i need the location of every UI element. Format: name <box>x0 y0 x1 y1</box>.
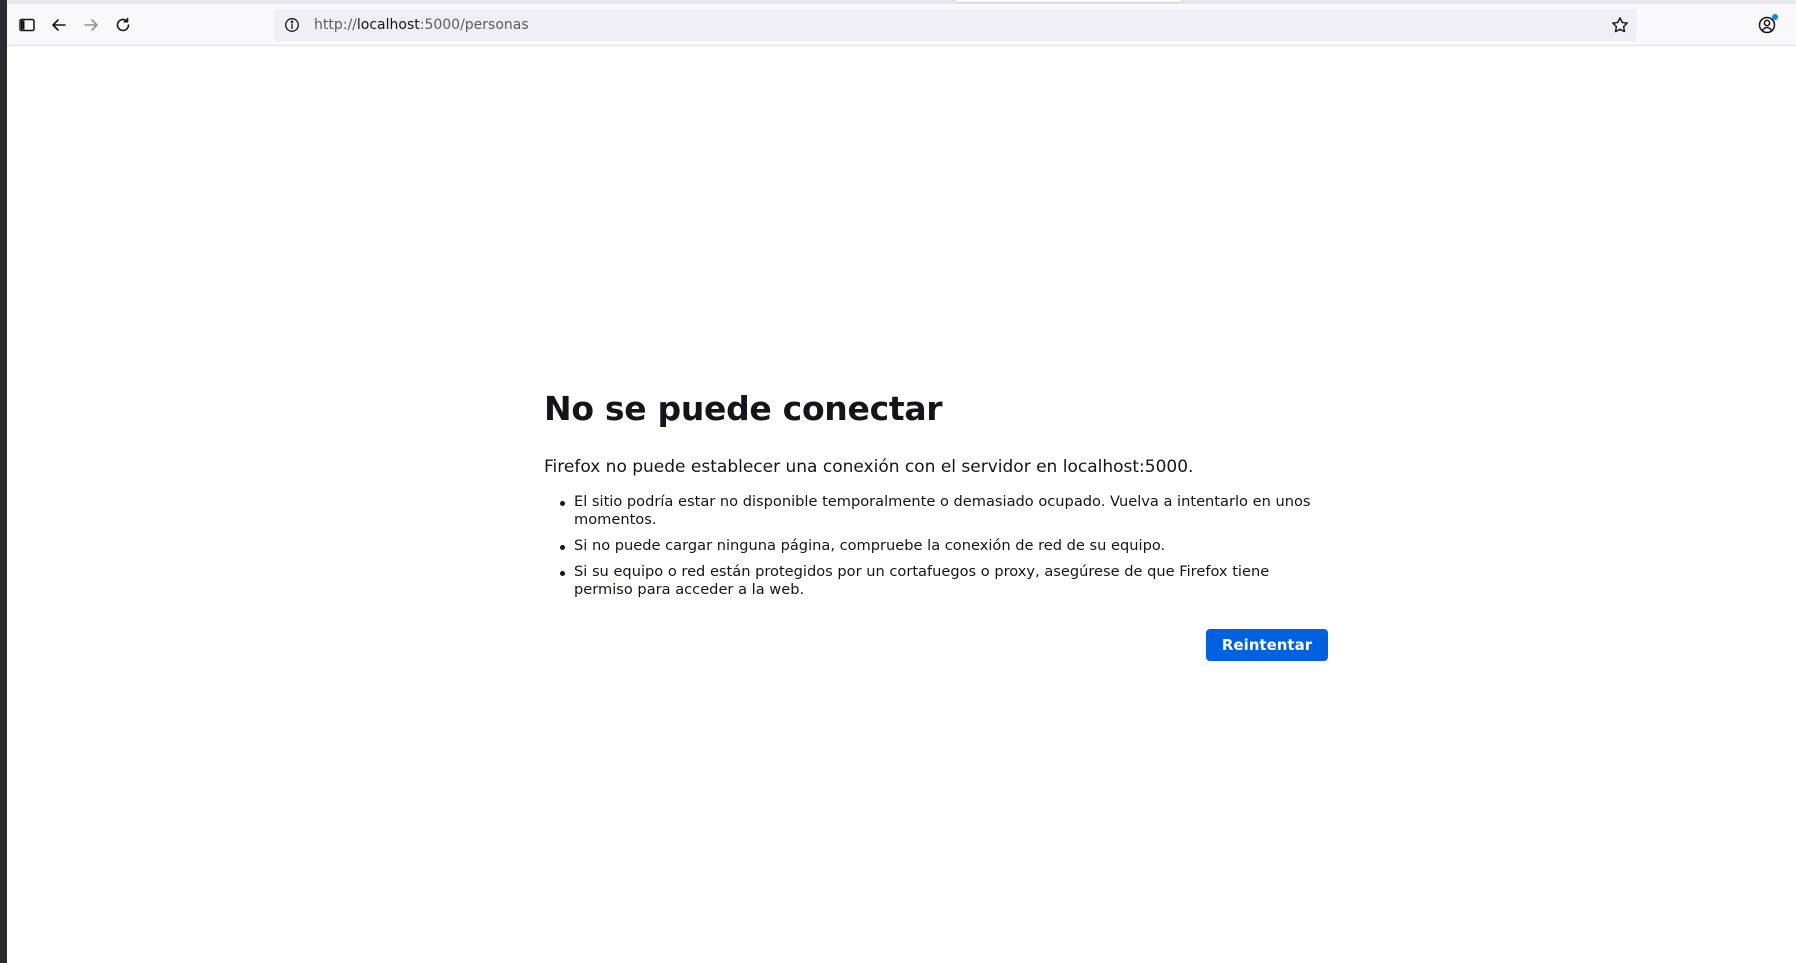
navigation-toolbar: http://localhost:5000/personas ⋮ <box>7 4 1796 46</box>
sidebar-button[interactable] <box>11 9 43 41</box>
url-text[interactable]: http://localhost:5000/personas <box>314 9 529 41</box>
back-button[interactable] <box>43 9 75 41</box>
account-button[interactable] <box>1753 11 1781 39</box>
reload-icon <box>116 17 130 32</box>
suggestion-item: El sitio podría estar no disponible temp… <box>560 493 1327 529</box>
suggestion-item: Si su equipo o red están protegidos por … <box>560 563 1327 599</box>
notification-dot <box>1772 14 1778 20</box>
forward-button[interactable] <box>75 9 107 41</box>
window-edge <box>0 0 7 963</box>
url-path: :5000/personas <box>419 17 529 33</box>
tab-hint <box>955 0 1183 3</box>
retry-button[interactable]: Reintentar <box>1206 629 1328 661</box>
error-suggestions: El sitio podría estar no disponible temp… <box>544 493 1327 599</box>
url-prefix: http:// <box>314 17 357 33</box>
sidebar-icon <box>19 18 35 32</box>
error-container: No se puede conectar Firefox no puede es… <box>544 389 1328 663</box>
address-bar[interactable]: http://localhost:5000/personas <box>274 9 1637 41</box>
reload-button[interactable] <box>107 9 139 41</box>
forward-arrow-icon <box>84 19 98 31</box>
suggestion-item: Si no puede cargar ninguna página, compr… <box>560 537 1327 555</box>
url-host: localhost <box>356 17 420 33</box>
error-title: No se puede conectar <box>544 389 943 428</box>
info-icon[interactable] <box>284 17 300 33</box>
page-content: No se puede conectar Firefox no puede es… <box>7 46 1796 963</box>
star-icon[interactable] <box>1611 16 1629 34</box>
back-arrow-icon <box>52 19 66 31</box>
error-description: Firefox no puede establecer una conexión… <box>544 457 1194 477</box>
button-row: Reintentar <box>544 629 1328 663</box>
